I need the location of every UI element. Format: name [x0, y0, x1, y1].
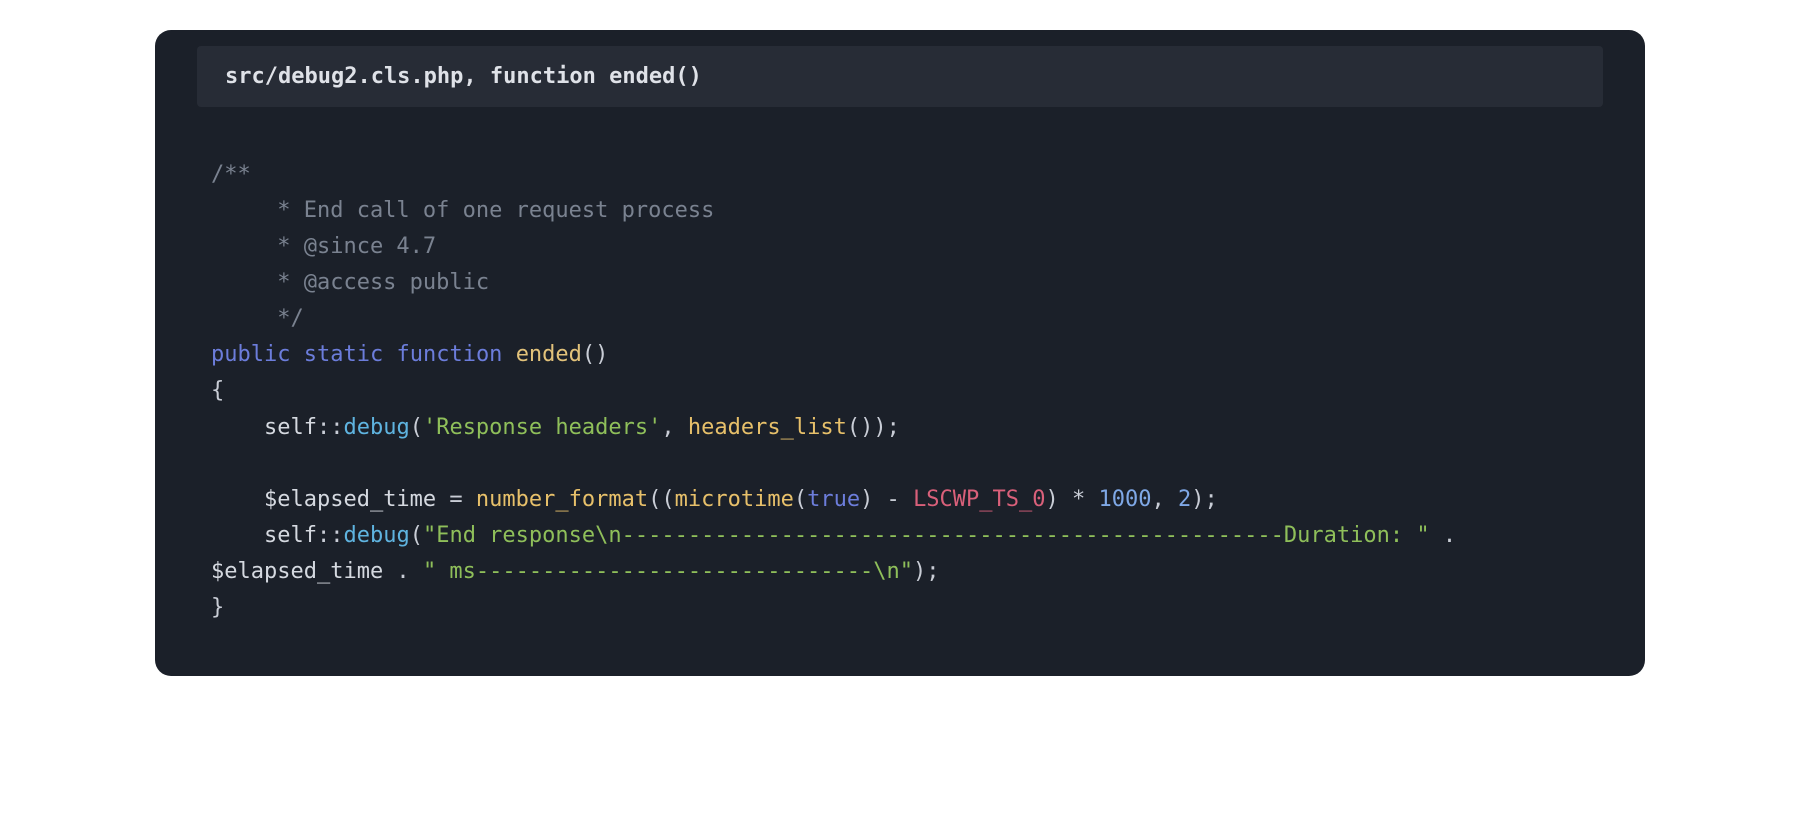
- assign: =: [436, 487, 476, 512]
- var-elapsed-1: $elapsed_time: [264, 487, 436, 512]
- fn-ended: ended: [516, 342, 582, 367]
- debug-1: debug: [343, 415, 409, 440]
- paren-open-1: (: [410, 415, 423, 440]
- comment-line-1: /**: [211, 162, 251, 187]
- concat-1: .: [1430, 523, 1470, 548]
- comment-line-3: * @since 4.7: [211, 234, 436, 259]
- kw-public: public: [211, 342, 290, 367]
- code-body: /** * End call of one request process * …: [155, 107, 1645, 636]
- code-panel: src/debug2.cls.php, function ended() /**…: [155, 30, 1645, 676]
- mt-open: (: [794, 487, 807, 512]
- file-title: src/debug2.cls.php, function ended(): [225, 64, 702, 89]
- mt-open-outer: (: [661, 487, 674, 512]
- comment-line-4: * @access public: [211, 270, 489, 295]
- self-1: self: [264, 415, 317, 440]
- const-lscwp: LSCWP_TS_0: [913, 487, 1045, 512]
- fn-headers-list: headers_list: [688, 415, 847, 440]
- comma-1: ,: [661, 415, 688, 440]
- d2-open: (: [410, 523, 423, 548]
- comment-line-2: * End call of one request process: [211, 198, 714, 223]
- minus: -: [873, 487, 913, 512]
- nf-close: );: [1191, 487, 1218, 512]
- comment-line-5: */: [211, 306, 304, 331]
- str-response-headers: 'Response headers': [423, 415, 661, 440]
- kw-static: static: [304, 342, 383, 367]
- paren-empty: (): [582, 342, 609, 367]
- mt-close: ): [860, 487, 873, 512]
- scope-2: ::: [317, 523, 344, 548]
- str-ms-tail: " ms------------------------------\n": [423, 559, 913, 584]
- debug-2: debug: [343, 523, 409, 548]
- mul: *: [1059, 487, 1099, 512]
- brace-open: {: [211, 378, 224, 403]
- bool-true: true: [807, 487, 860, 512]
- d2-close: );: [913, 559, 940, 584]
- concat-2: .: [383, 559, 423, 584]
- code-file-header: src/debug2.cls.php, function ended(): [197, 46, 1603, 107]
- num-1000: 1000: [1099, 487, 1152, 512]
- comma-2: ,: [1152, 487, 1179, 512]
- fn-microtime: microtime: [675, 487, 794, 512]
- kw-function: function: [396, 342, 502, 367]
- nf-open: (: [648, 487, 661, 512]
- var-elapsed-2: $elapsed_time: [211, 559, 383, 584]
- self-2: self: [264, 523, 317, 548]
- brace-close: }: [211, 595, 224, 620]
- close-1: ());: [847, 415, 900, 440]
- mt-close-outer: ): [1046, 487, 1059, 512]
- str-end-response: "End response\n-------------------------…: [423, 523, 1430, 548]
- fn-number-format: number_format: [476, 487, 648, 512]
- scope-1: ::: [317, 415, 344, 440]
- num-2: 2: [1178, 487, 1191, 512]
